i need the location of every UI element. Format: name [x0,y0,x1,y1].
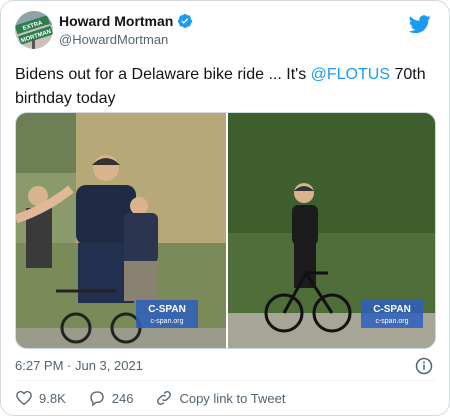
divider [15,380,435,381]
tweet-media[interactable]: C-SPAN c-span.org C-SPAN c-span.org [15,112,436,349]
cspan-brand-right: C-SPAN [373,304,411,315]
avatar[interactable]: EXTRA MORTMAN [15,11,53,49]
twitter-bird-icon[interactable] [409,13,431,35]
mention-link[interactable]: @FLOTUS [311,66,390,83]
tweet-actions: 9.8K 246 Copy link to Tweet [15,389,307,407]
cspan-watermark-right: C-SPAN c-span.org [361,300,423,328]
author-display-name[interactable]: Howard Mortman [59,13,173,29]
verified-badge-icon [178,14,193,28]
cspan-brand-left: C-SPAN [148,304,186,315]
like-count: 9.8K [39,390,66,406]
copy-link-label: Copy link to Tweet [179,390,286,406]
tweet-card: EXTRA MORTMAN Howard Mortman @HowardMort… [0,0,450,416]
tweet-timestamp[interactable]: 6:27 PM · Jun 3, 2021 [15,358,143,373]
author-handle[interactable]: @HowardMortman [59,32,168,47]
tweet-text-start: Bidens out for a Delaware bike ride ... … [15,66,311,83]
info-icon[interactable] [415,357,433,375]
heart-icon [16,390,32,406]
reply-count: 246 [111,390,134,406]
cspan-url-left: c-span.org [150,318,183,325]
reply-button[interactable]: 246 [88,389,134,407]
cspan-watermark-left: C-SPAN c-span.org [136,300,198,328]
reply-icon [90,391,104,407]
like-button[interactable]: 9.8K [15,389,66,407]
link-icon [157,391,172,405]
copy-link-button[interactable]: Copy link to Tweet [155,389,285,407]
author-name-row: Howard Mortman [59,13,193,29]
tweet-text: Bidens out for a Delaware bike ride ... … [15,63,435,111]
cspan-url-right: c-span.org [375,318,408,325]
